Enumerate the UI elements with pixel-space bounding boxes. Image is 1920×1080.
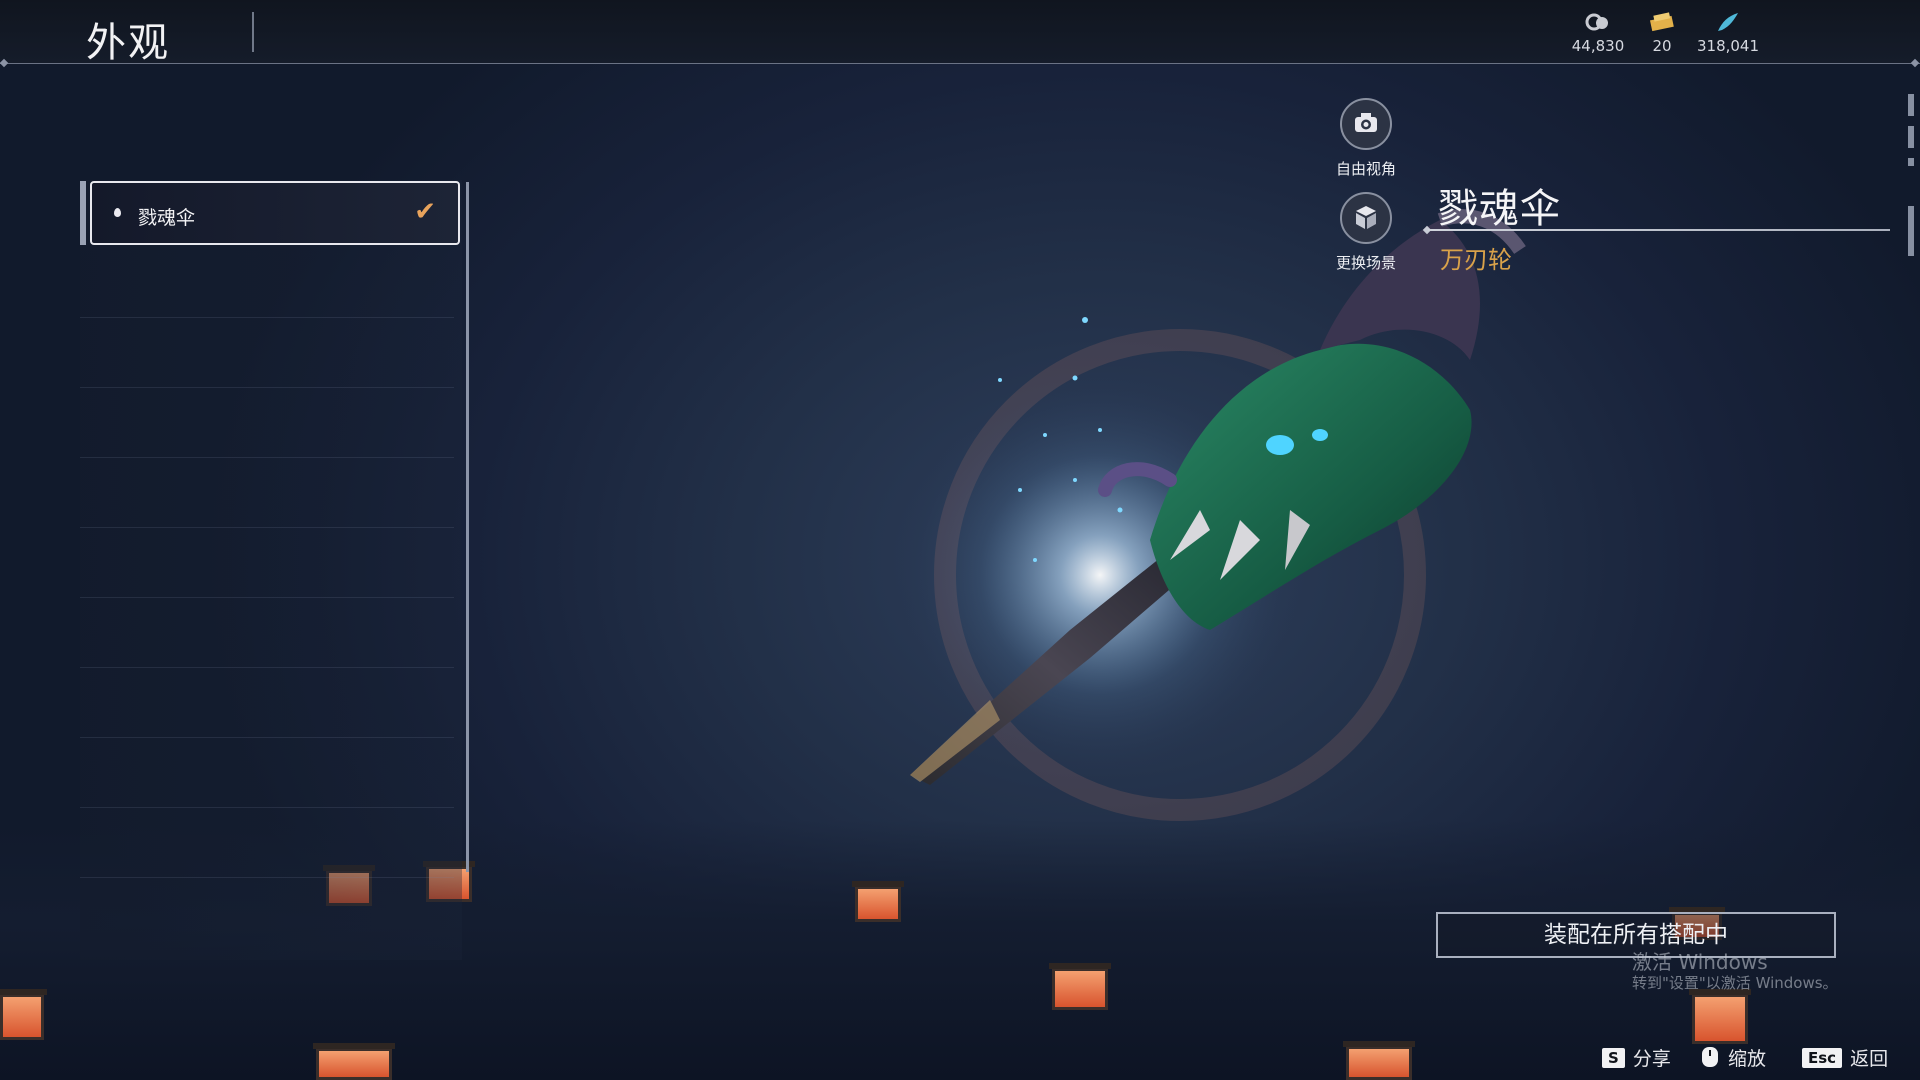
selected-marker [80,181,86,245]
share-hint[interactable]: S 分享 [1602,1044,1671,1071]
weapon-showcase [900,209,1526,821]
zoom-hint[interactable]: 缩放 [1700,1044,1766,1071]
feather-icon [1718,13,1738,31]
currency-silver-value: 44,830 [1571,37,1625,55]
zoom-label: 缩放 [1728,1048,1767,1070]
right-scroll-mark[interactable] [1908,126,1914,148]
windows-watermark-subtitle: 转到"设置"以激活 Windows。 [1632,974,1838,992]
check-icon: ✔ [414,197,436,227]
lantern [0,989,47,1040]
skin-list-item[interactable]: 戮魂伞 ✔ [80,181,460,245]
right-scroll-mark[interactable] [1908,94,1914,116]
lantern [852,881,904,922]
lantern [313,1043,395,1080]
item-name: 戮魂伞 [1438,186,1561,232]
currency-feather: 318,041 [1688,12,1768,55]
scene-cube-icon [1356,206,1376,229]
free-camera-label: 自由视角 [1335,160,1396,178]
page-title: 外观 [86,20,170,66]
currency-feather-value: 318,041 [1696,37,1760,55]
currency-ticket-value: 20 [1652,37,1672,55]
free-camera-button[interactable]: 自由视角 [1316,98,1416,179]
lantern [1689,989,1751,1044]
mouse-icon [1702,1047,1718,1067]
share-label: 分享 [1632,1048,1671,1070]
drop-icon [114,208,121,217]
change-scene-label: 更换场景 [1335,254,1396,272]
skin-list-panel [80,180,462,960]
camera-icon [1355,113,1377,132]
right-scroll-mark[interactable] [1908,206,1914,256]
lantern [1343,1041,1415,1080]
skin-list-item-label: 戮魂伞 [138,207,196,229]
list-scrollbar[interactable] [466,182,469,872]
key-esc: Esc [1802,1048,1843,1068]
silver-coin-icon [1585,13,1608,31]
right-scroll-mark[interactable] [1908,158,1914,166]
key-s: S [1602,1048,1625,1068]
change-scene-button[interactable]: 更换场景 [1316,192,1416,273]
gold-ticket-icon [1649,12,1674,32]
windows-watermark-title: 激活 Windows [1632,950,1768,974]
lantern [1049,963,1111,1010]
back-hint[interactable]: Esc 返回 [1802,1044,1888,1071]
item-divider [1428,229,1890,231]
title-separator [252,12,254,52]
item-subtitle: 万刃轮 [1440,246,1512,274]
back-label: 返回 [1850,1048,1889,1070]
